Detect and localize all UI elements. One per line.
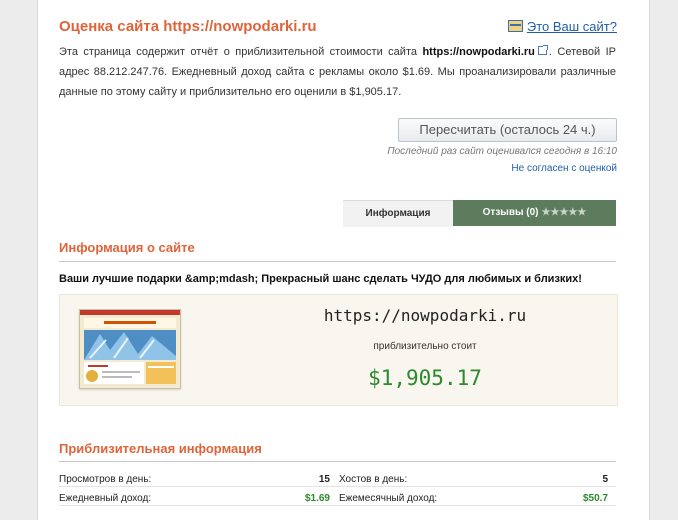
description-text: Эта страница содержит отчёт о приблизите… [59,46,423,58]
valuation-box: https://nowpodarki.ru приблизительно сто… [59,294,618,406]
valuation-caption: приблизительно стоит [373,341,477,352]
table-row-divider [59,505,616,506]
page-title: Оценка сайта https://nowpodarki.ru [59,18,317,35]
tab-reviews[interactable]: Отзывы (0) ★★★★★ [453,200,616,226]
own-site-label: Это Ваш сайт? [526,19,617,34]
own-site-link[interactable]: Это Ваш сайт? [507,19,617,34]
stat-value-views: 15 [318,474,330,485]
site-description: Эта страница содержит отчёт о приблизите… [59,42,616,102]
tab-reviews-label: Отзывы (0) [482,207,539,218]
divider [59,261,616,262]
rating-stars-icon: ★★★★★ [541,207,587,218]
stat-label-monthly-income: Ежемесячный доход: [339,493,438,504]
stat-value-monthly-income: $50.7 [582,493,608,504]
site-info-title: Информация о сайте [59,240,195,255]
site-tagline: Ваши лучшие подарки &amp;mdash; Прекрасн… [59,273,582,285]
description-site: https://nowpodarki.ru [422,46,535,58]
site-thumbnail-image [80,310,180,388]
stat-label-hosts: Хостов в день: [339,474,408,485]
last-checked-text: Последний раз сайт оценивался сегодня в … [387,146,617,157]
divider [59,461,616,462]
stat-label-views: Просмотров в день: [59,474,152,485]
valued-site-url: https://nowpodarki.ru [323,306,527,325]
table-row-divider [59,486,616,487]
stat-label-daily-income: Ежедневный доход: [59,493,152,504]
external-link-icon[interactable] [537,45,548,55]
site-screenshot-thumbnail[interactable] [79,309,181,389]
content-panel: Оценка сайта https://nowpodarki.ru Это В… [37,0,650,520]
disagree-link[interactable]: Не согласен с оценкой [417,163,617,174]
tab-information[interactable]: Информация [343,200,453,227]
website-icon [507,20,523,32]
approx-info-title: Приблизительная информация [59,441,262,456]
valuation-price: $1,905.17 [368,366,482,390]
stat-value-daily-income: $1.69 [304,493,330,504]
stat-value-hosts: 5 [602,474,608,485]
recalculate-button[interactable]: Пересчитать (осталось 24 ч.) [398,118,617,142]
